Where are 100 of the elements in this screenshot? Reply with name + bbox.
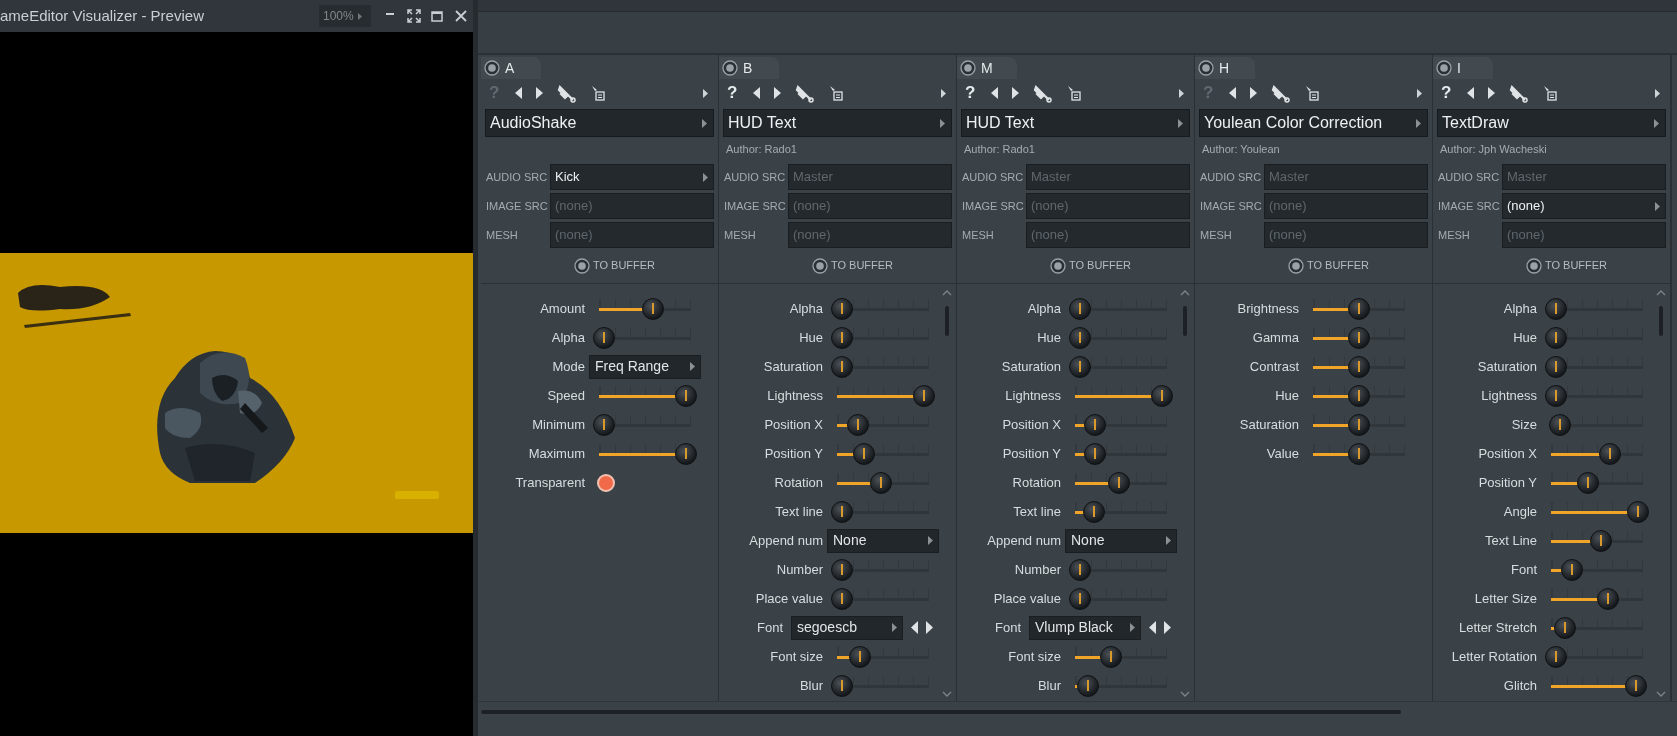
slider-knob[interactable] [1069, 297, 1091, 320]
to-buffer-toggle[interactable]: TO BUFFER [811, 257, 894, 274]
radio-icon[interactable] [1198, 60, 1214, 76]
slider-knob[interactable] [831, 674, 853, 697]
slider-knob[interactable] [1545, 384, 1567, 407]
close-icon[interactable] [455, 10, 467, 22]
slider-knob[interactable] [1069, 558, 1091, 581]
dropdown[interactable]: Freq Range [589, 354, 701, 379]
to-buffer-toggle[interactable]: TO BUFFER [1049, 257, 1132, 274]
slider-knob[interactable] [675, 384, 697, 407]
slider-knob[interactable] [1545, 297, 1567, 320]
plugin-dropdown[interactable]: HUD Text [723, 109, 952, 137]
tab[interactable]: B [719, 57, 779, 79]
to-buffer-toggle[interactable]: TO BUFFER [1287, 257, 1370, 274]
slider-knob[interactable] [831, 500, 853, 523]
slider-knob[interactable] [593, 413, 615, 436]
next-arrow-icon[interactable] [536, 87, 543, 99]
slider-knob[interactable] [1545, 645, 1567, 668]
previous-arrow-icon[interactable] [911, 621, 918, 634]
to-buffer-toggle[interactable]: TO BUFFER [1525, 257, 1608, 274]
slider-knob[interactable] [869, 471, 892, 494]
scrollbar-thumb[interactable] [945, 306, 949, 336]
tab[interactable]: M [957, 57, 1017, 79]
next-arrow-icon[interactable] [1250, 87, 1257, 99]
next-arrow-icon[interactable] [1012, 87, 1019, 99]
plugin-dropdown[interactable]: AudioShake [485, 109, 714, 137]
dropdown[interactable]: None [827, 528, 939, 553]
slider-knob[interactable] [831, 297, 853, 320]
slider-knob[interactable] [1083, 442, 1106, 465]
radio-icon[interactable] [1287, 257, 1304, 274]
radio-icon[interactable] [722, 60, 738, 76]
to-buffer-toggle[interactable]: TO BUFFER [573, 257, 656, 274]
tab[interactable]: I [1433, 57, 1493, 79]
slider-knob[interactable] [1549, 413, 1572, 436]
radio-icon[interactable] [573, 257, 590, 274]
radio-icon[interactable] [484, 60, 500, 76]
previous-arrow-icon[interactable] [515, 87, 522, 99]
slider-knob[interactable] [831, 355, 853, 378]
slider-knob[interactable] [1348, 413, 1370, 436]
slider-knob[interactable] [642, 297, 665, 320]
horizontal-scrollbar[interactable] [481, 710, 1401, 714]
restore-icon[interactable] [431, 10, 443, 22]
scroll-down-icon[interactable] [1180, 691, 1190, 697]
next-arrow-icon[interactable] [774, 87, 781, 99]
scrollbar-thumb[interactable] [1659, 306, 1663, 336]
radio-icon[interactable] [960, 60, 976, 76]
help-icon[interactable]: ? [727, 80, 739, 106]
plugin-dropdown[interactable]: HUD Text [961, 109, 1190, 137]
slider-knob[interactable] [847, 413, 870, 436]
previous-arrow-icon[interactable] [1149, 621, 1156, 634]
fullscreen-icon[interactable] [407, 9, 421, 23]
slider-knob[interactable] [1599, 442, 1622, 465]
slider-knob[interactable] [853, 442, 876, 465]
radio-icon[interactable] [1436, 60, 1452, 76]
slider-knob[interactable] [1545, 326, 1567, 349]
previous-arrow-icon[interactable] [1467, 87, 1474, 99]
scroll-down-icon[interactable] [942, 691, 952, 697]
source-field[interactable]: (none) [1502, 193, 1666, 219]
menu-arrow-icon[interactable] [703, 88, 708, 98]
plugin-dropdown[interactable]: Youlean Color Correction [1199, 109, 1428, 137]
help-icon[interactable]: ? [965, 80, 977, 106]
slider-knob[interactable] [849, 645, 872, 668]
brush-icon[interactable] [557, 83, 577, 103]
slider-knob[interactable] [1348, 297, 1370, 320]
slider-knob[interactable] [1083, 413, 1106, 436]
cursor-list-icon[interactable] [1305, 85, 1319, 101]
source-field[interactable]: Kick [550, 164, 714, 190]
slider-knob[interactable] [1590, 529, 1613, 552]
menu-arrow-icon[interactable] [1179, 88, 1184, 98]
slider-knob[interactable] [1596, 587, 1619, 610]
scroll-up-icon[interactable] [1180, 290, 1190, 296]
slider-knob[interactable] [1348, 384, 1370, 407]
cursor-list-icon[interactable] [591, 85, 605, 101]
tab[interactable]: A [481, 57, 541, 79]
slider-knob[interactable] [1560, 558, 1583, 581]
slider-knob[interactable] [1576, 471, 1599, 494]
next-arrow-icon[interactable] [926, 621, 933, 634]
menu-arrow-icon[interactable] [1655, 88, 1660, 98]
slider-knob[interactable] [1348, 442, 1370, 465]
previous-arrow-icon[interactable] [991, 87, 998, 99]
slider-knob[interactable] [1348, 355, 1370, 378]
brush-icon[interactable] [795, 83, 815, 103]
plugin-dropdown[interactable]: TextDraw [1437, 109, 1666, 137]
next-arrow-icon[interactable] [1164, 621, 1171, 634]
slider-knob[interactable] [675, 442, 697, 465]
slider-knob[interactable] [1107, 471, 1130, 494]
slider-knob[interactable] [1100, 645, 1123, 668]
slider-knob[interactable] [1082, 500, 1105, 523]
slider-knob[interactable] [913, 384, 935, 407]
scroll-up-icon[interactable] [942, 290, 952, 296]
slider-knob[interactable] [1554, 616, 1576, 639]
slider-knob[interactable] [831, 558, 853, 581]
cursor-list-icon[interactable] [829, 85, 843, 101]
brush-icon[interactable] [1271, 83, 1291, 103]
brush-icon[interactable] [1033, 83, 1053, 103]
slider-knob[interactable] [831, 326, 853, 349]
previous-arrow-icon[interactable] [1229, 87, 1236, 99]
slider-knob[interactable] [593, 326, 615, 349]
scrollbar-thumb[interactable] [1183, 306, 1187, 336]
slider-knob[interactable] [1348, 326, 1370, 349]
